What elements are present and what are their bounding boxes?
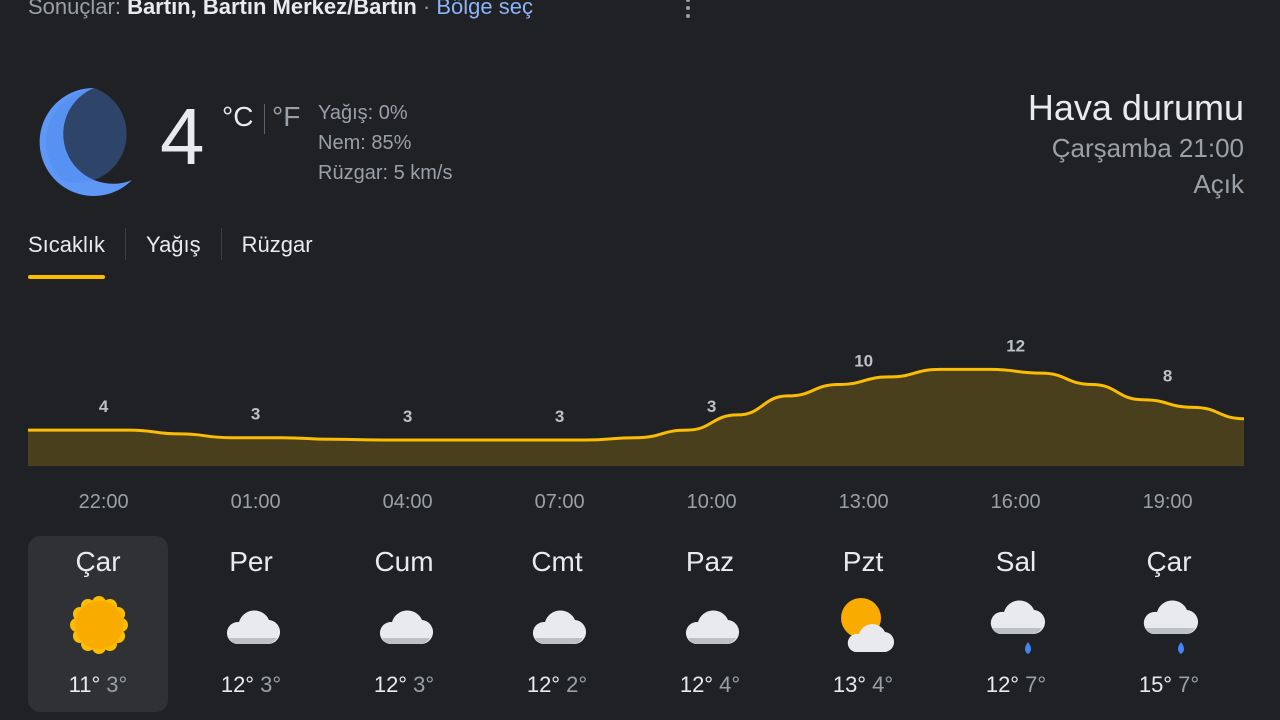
moon-icon bbox=[39, 87, 132, 196]
cloud-icon bbox=[525, 592, 591, 658]
daily-forecast: Çar 11° 3° Per 12° 3° Cum 12° 3° Cmt 12° 2° Paz 12° 4°… bbox=[28, 536, 1239, 712]
high-temp: 13° bbox=[832, 672, 867, 697]
high-temp: 12° bbox=[679, 672, 714, 697]
day-temperatures: 12° 3° bbox=[334, 672, 474, 698]
day-name: Per bbox=[229, 546, 273, 577]
unit-divider bbox=[264, 104, 265, 134]
choose-region-link[interactable]: Bölge seç bbox=[436, 0, 533, 19]
day-temperatures: 13° 4° bbox=[793, 672, 933, 698]
tab-divider bbox=[220, 228, 222, 260]
high-temp: 15° bbox=[1138, 672, 1173, 697]
rain-cloud-icon bbox=[984, 592, 1050, 658]
current-details: Yağış: 0% Nem: 85% Rüzgar: 5 km/s bbox=[318, 98, 452, 188]
tab-precipitation[interactable]: Yağış bbox=[146, 228, 201, 262]
day-name: Sal bbox=[995, 546, 1037, 577]
day-card[interactable]: Cmt 12° 2° bbox=[487, 536, 627, 712]
celsius-unit-button[interactable]: °C bbox=[222, 101, 253, 133]
location-separator: · bbox=[416, 0, 437, 19]
low-temp: 3° bbox=[260, 672, 282, 697]
data-label: 3 bbox=[555, 407, 564, 426]
fahrenheit-unit-button[interactable]: °F bbox=[272, 101, 300, 133]
low-temp: 3° bbox=[413, 672, 435, 697]
data-label: 10 bbox=[854, 352, 873, 371]
tab-bar: Sıcaklık Yağış Rüzgar bbox=[28, 228, 313, 280]
low-temp: 4° bbox=[872, 672, 894, 697]
high-temp: 11° bbox=[68, 672, 101, 697]
hour-tick-label: 22:00 bbox=[79, 491, 129, 513]
tab-wind[interactable]: Rüzgar bbox=[242, 228, 313, 262]
hour-tick-label: 13:00 bbox=[839, 491, 889, 513]
weather-title: Hava durumu bbox=[1027, 87, 1244, 128]
low-temp: 4° bbox=[719, 672, 741, 697]
day-card[interactable]: Çar 15° 7° bbox=[1099, 536, 1239, 712]
data-label: 3 bbox=[707, 397, 716, 416]
hour-labels: 22:00 01:00 04:00 07:00 10:00 13:00 16:00 19:00 bbox=[79, 491, 1193, 513]
cloud-icon bbox=[678, 592, 744, 658]
day-temperatures: 12° 4° bbox=[640, 672, 780, 698]
day-card[interactable]: Cum 12° 3° bbox=[334, 536, 474, 712]
day-card[interactable]: Sal 12° 7° bbox=[946, 536, 1086, 712]
data-label: 3 bbox=[403, 407, 412, 426]
more-options-icon[interactable] bbox=[681, 0, 695, 22]
day-name: Cum bbox=[374, 546, 434, 577]
cloud-icon bbox=[219, 592, 285, 658]
data-label: 3 bbox=[251, 405, 260, 424]
high-temp: 12° bbox=[526, 672, 561, 697]
partly-cloudy-icon bbox=[831, 592, 897, 658]
day-temperatures: 15° 7° bbox=[1099, 672, 1239, 698]
day-temperatures: 12° 3° bbox=[181, 672, 321, 698]
high-temp: 12° bbox=[220, 672, 255, 697]
day-card[interactable]: Pzt 13° 4° bbox=[793, 536, 933, 712]
day-temperatures: 11° 3° bbox=[28, 672, 168, 698]
cloud-icon bbox=[372, 592, 438, 658]
low-temp: 2° bbox=[566, 672, 588, 697]
hour-tick-label: 07:00 bbox=[535, 491, 585, 513]
precipitation-text: Yağış: 0% bbox=[318, 102, 408, 124]
low-temp: 3° bbox=[106, 672, 128, 697]
day-temperatures: 12° 2° bbox=[487, 672, 627, 698]
hour-tick-label: 04:00 bbox=[383, 491, 433, 513]
day-card[interactable]: Per 12° 3° bbox=[181, 536, 321, 712]
weather-time: Çarşamba 21:00 bbox=[1051, 133, 1244, 163]
high-temp: 12° bbox=[985, 672, 1020, 697]
day-name: Çar bbox=[75, 546, 121, 577]
hour-tick-label: 10:00 bbox=[687, 491, 737, 513]
tab-divider bbox=[125, 228, 127, 260]
weather-condition: Açık bbox=[1193, 169, 1244, 199]
hour-tick-label: 16:00 bbox=[991, 491, 1041, 513]
day-name: Çar bbox=[1146, 546, 1192, 577]
location-line: Sonuçlar: Bartın, Bartın Merkez/Bartın ·… bbox=[28, 0, 533, 20]
high-temp: 12° bbox=[373, 672, 408, 697]
day-card[interactable]: Çar 11° 3° bbox=[28, 536, 168, 712]
data-label: 8 bbox=[1163, 367, 1172, 386]
day-card[interactable]: Paz 12° 4° bbox=[640, 536, 780, 712]
humidity-text: Nem: 85% bbox=[318, 132, 412, 154]
temperature-area bbox=[28, 369, 1244, 466]
data-label: 4 bbox=[99, 397, 109, 416]
current-temperature: 4 bbox=[160, 92, 205, 181]
hour-tick-label: 19:00 bbox=[1143, 491, 1193, 513]
day-name: Paz bbox=[685, 546, 735, 577]
tab-temperature[interactable]: Sıcaklık bbox=[28, 228, 106, 279]
data-label: 12 bbox=[1006, 336, 1025, 355]
day-name: Pzt bbox=[842, 546, 884, 577]
day-temperatures: 12° 7° bbox=[946, 672, 1086, 698]
low-temp: 7° bbox=[1025, 672, 1047, 697]
hour-tick-label: 01:00 bbox=[231, 491, 281, 513]
weather-summary: Hava durumu Çarşamba 21:00 Açık bbox=[1028, 86, 1244, 202]
location-name: Bartın, Bartın Merkez/Bartın bbox=[127, 0, 417, 19]
results-prefix: Sonuçlar: bbox=[28, 0, 128, 19]
sun-icon bbox=[66, 592, 132, 658]
wind-text: Rüzgar: 5 km/s bbox=[318, 162, 453, 184]
day-name: Cmt bbox=[531, 546, 583, 577]
rain-cloud-icon bbox=[1137, 592, 1203, 658]
temperature-chart: 4 3 3 3 3 10 12 8 22:00 01:00 04:00 07:00 10:00 13:0… bbox=[27, 336, 1245, 513]
low-temp: 7° bbox=[1178, 672, 1200, 697]
